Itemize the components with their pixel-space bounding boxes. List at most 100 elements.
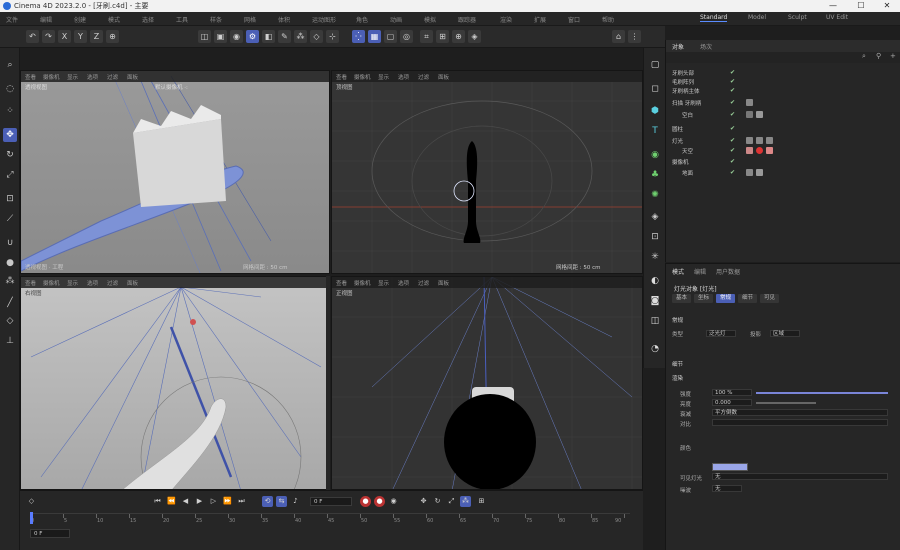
timeline-ruler[interactable]: 0 5 10 15 20 25 30 35 40 45 50 55 60 65 … [30,512,630,525]
key-selection-icon[interactable]: ◉ [388,496,399,507]
tag-icon[interactable] [746,111,753,118]
viewport-top[interactable]: 查看 摄像机 显示 选项 过滤 面板 顶视图 网格间距 : 50 cm [331,70,643,274]
object-row[interactable]: 天空 ✔ [666,146,900,155]
vp-menu-view[interactable]: 查看 [336,279,347,287]
visibility-check[interactable]: ✔ [730,99,735,106]
filter-icon[interactable]: ⚲ [876,52,881,60]
menu-item-extensions[interactable]: 扩展 [534,15,546,24]
y-axis-icon[interactable]: Y [74,30,87,43]
lock-icon[interactable]: ⌂ [612,30,625,43]
tag-icon[interactable] [756,111,763,118]
primitive-cube-icon[interactable]: ⬢ [648,104,662,118]
axis-tool-icon[interactable]: ⊥ [3,334,17,348]
vp-menu-panel[interactable]: 面板 [438,73,449,81]
go-to-start-icon[interactable]: ⏮ [152,496,163,507]
menu-item-edit[interactable]: 编辑 [40,15,52,24]
search-icon[interactable]: ⌕ [862,52,866,61]
brightness-slider[interactable] [756,402,816,404]
gauge-icon[interactable]: ◔ [648,342,662,356]
visibility-check[interactable]: ✔ [730,78,735,85]
visibility-check[interactable]: ✔ [730,87,735,94]
cube-icon[interactable]: ◧ [262,30,275,43]
move-tool-icon[interactable]: ✥ [3,128,17,142]
live-select-icon[interactable]: ◌ [3,82,17,96]
object-row[interactable]: 扫描 牙刷柄 ✔ [666,98,900,107]
menu-item-help[interactable]: 帮助 [602,15,614,24]
intensity-slider[interactable] [756,392,888,394]
vp-menu-display[interactable]: 显示 [378,73,389,81]
viewport-perspective[interactable]: 查看 摄像机 显示 选项 过滤 面板 透视视图 默认摄像机 ·: 透视视图 · … [20,70,330,274]
workspace-standard[interactable]: Standard [700,14,728,22]
object-row[interactable]: 圆柱 ✔ [666,124,900,133]
object-row[interactable]: 摄像机 ✔ [666,157,900,166]
visibility-select[interactable]: 无 [712,473,888,480]
vp-menu-display[interactable]: 显示 [67,279,78,287]
render-settings-icon[interactable]: ⚙ [246,30,259,43]
vp-menu-camera[interactable]: 摄像机 [354,279,371,287]
menu-item-render[interactable]: 渲染 [500,15,512,24]
sky-object-icon[interactable]: ◐ [648,274,662,288]
workplane-icon[interactable]: ⊞ [436,30,449,43]
maximize-button[interactable]: ☐ [848,0,874,12]
vp-menu-filter[interactable]: 过滤 [418,279,429,287]
object-row[interactable]: 毛刷阵列 ✔ [666,77,900,86]
visibility-check[interactable]: ✔ [730,69,735,76]
falloff-select[interactable]: 平方倒数 [712,409,888,416]
object-row[interactable]: 地面 ✔ [666,168,900,177]
key-pla-icon[interactable]: ⊞ [476,496,487,507]
start-frame-field[interactable]: 0 F [30,529,70,538]
menu-item-file[interactable]: 文件 [6,15,18,24]
search-icon[interactable]: ⌕ [3,58,17,72]
vp-menu-panel[interactable]: 面板 [438,279,449,287]
prev-key-icon[interactable]: ⏪ [166,496,177,507]
sub-tab-general[interactable]: 常规 [716,294,736,303]
sub-tab-details[interactable]: 细节 [738,294,758,303]
vp-menu-view[interactable]: 查看 [25,279,36,287]
visibility-check[interactable]: ✔ [730,125,735,132]
vp-menu-display[interactable]: 显示 [378,279,389,287]
play-icon[interactable]: ▶ [194,496,205,507]
vp-menu-options[interactable]: 选项 [398,73,409,81]
keyframe-diamond-icon[interactable]: ◇ [26,496,37,507]
material-tag-icon[interactable] [746,147,753,154]
render-icon[interactable]: ◉ [230,30,243,43]
scale-tool-icon[interactable]: ⤢ [3,168,17,182]
field-object-icon[interactable]: ✺ [648,188,662,202]
vp-menu-options[interactable]: 选项 [398,279,409,287]
next-key-icon[interactable]: ⏩ [222,496,233,507]
subdivide-icon[interactable]: ◇ [310,30,323,43]
vp-menu-panel[interactable]: 面板 [127,73,138,81]
loop-icon[interactable]: ⟲ [262,496,273,507]
next-frame-icon[interactable]: ▷ [208,496,219,507]
render-view-icon[interactable]: ▣ [214,30,227,43]
axis-icon[interactable]: ⊕ [452,30,465,43]
model-mode-icon[interactable]: ◎ [400,30,413,43]
z-axis-icon[interactable]: Z [90,30,103,43]
eraser-icon[interactable]: ◇ [3,314,17,328]
sound-icon[interactable]: ♪ [290,496,301,507]
type-select[interactable]: 泛光灯 [706,330,736,337]
menu-item-tracker[interactable]: 跟踪器 [458,15,476,24]
go-to-end-icon[interactable]: ⏭ [236,496,247,507]
key-position-icon[interactable]: ✥ [418,496,429,507]
visibility-check[interactable]: ✔ [730,147,735,154]
layout-icon[interactable]: ⋮ [628,30,641,43]
deformer-icon[interactable]: ⊹ [326,30,339,43]
vp-menu-filter[interactable]: 过滤 [107,73,118,81]
rotate-tool-icon[interactable]: ↻ [3,148,17,162]
menu-item-tools[interactable]: 工具 [176,15,188,24]
tab-edit[interactable]: 编辑 [694,267,706,276]
contrast-field[interactable] [712,419,888,426]
line-icon[interactable]: ╱ [3,296,17,310]
generator-icon[interactable]: ◉ [648,148,662,162]
workspace-model[interactable]: Model [748,14,766,21]
close-button[interactable]: ✕ [874,0,900,12]
tab-objects[interactable]: 对象 [672,42,684,51]
paint-icon[interactable]: ● [3,256,17,270]
range-icon[interactable]: ⇆ [276,496,287,507]
tag-icon[interactable] [756,169,763,176]
solo-icon[interactable]: ◈ [468,30,481,43]
tag-icon[interactable] [756,137,763,144]
object-row[interactable]: 牙刷头部 ✔ [666,68,900,77]
noise-select[interactable]: 无 [712,485,742,492]
